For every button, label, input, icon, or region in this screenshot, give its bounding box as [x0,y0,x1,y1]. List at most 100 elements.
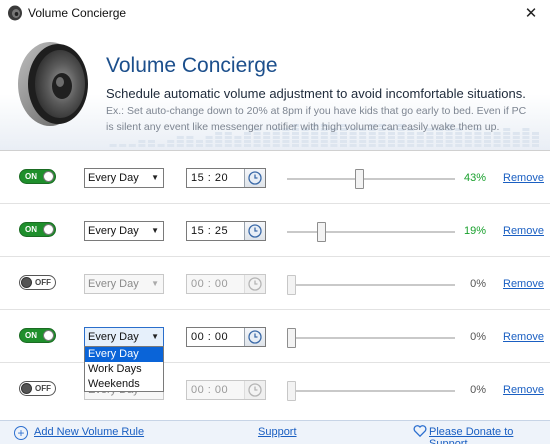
header-subtitle: Schedule automatic volume adjustment to … [106,86,526,101]
remove-link[interactable]: Remove [503,172,544,184]
equalizer-segment [176,140,184,143]
volume-percent: 43% [463,172,486,184]
equalizer-segment [292,140,299,143]
volume-slider[interactable] [287,380,455,402]
dropdown-option-every-day[interactable]: Every Day [85,347,163,362]
equalizer-segment [522,136,530,139]
rule-toggle[interactable]: OFF [19,381,56,396]
clock-icon[interactable] [244,381,265,399]
add-rule-link[interactable]: Add New Volume Rule [34,426,144,438]
slider-thumb[interactable] [287,381,296,401]
equalizer-segment [522,140,530,143]
schedule-value: Every Day [88,278,139,290]
equalizer-segment [311,144,319,147]
volume-rule-row: ON Every Day ▼ 00 : 00 0% Remove [0,309,550,362]
time-value: 15 : 25 [191,225,229,237]
equalizer-segment [388,140,395,143]
volume-rule-row: OFF Every Day▼ 00 : 00 0% Remove [0,362,550,415]
header-banner: Volume Concierge Schedule automatic volu… [0,26,550,150]
equalizer-segment [484,144,491,147]
equalizer-segment [224,144,232,147]
plus-circle-icon[interactable]: + [14,426,28,440]
schedule-dropdown-list: Every Day Work Days Weekends [84,346,164,392]
equalizer-segment [311,136,319,139]
equalizer-segment [263,136,271,139]
equalizer-segment [109,144,117,147]
time-input[interactable]: 00 : 00 [186,380,266,400]
header-title: Volume Concierge [106,54,278,77]
remove-link[interactable]: Remove [503,278,544,290]
slider-thumb[interactable] [317,222,326,242]
clock-icon[interactable] [244,222,265,240]
equalizer-segment [464,144,472,147]
rule-toggle[interactable]: ON [19,169,56,184]
volume-slider[interactable] [287,168,455,190]
time-input[interactable]: 00 : 00 [186,274,266,294]
window-title: Volume Concierge [28,6,127,20]
schedule-select[interactable]: Every Day ▼ [84,168,164,188]
time-value: 00 : 00 [191,384,229,396]
equalizer-segment [215,144,223,147]
equalizer-segment [186,136,194,139]
schedule-select[interactable]: Every Day ▼ [84,327,164,347]
equalizer-segment [196,140,203,143]
equalizer-segment [445,140,453,143]
equalizer-segment [340,144,347,147]
dropdown-arrow-icon: ▼ [151,279,159,288]
equalizer-segment [272,140,280,143]
equalizer-segment [167,144,175,147]
slider-thumb[interactable] [287,275,296,295]
equalizer-segment [224,140,232,143]
toggle-label: OFF [35,278,51,287]
schedule-select[interactable]: Every Day ▼ [84,221,164,241]
equalizer-segment [320,144,328,147]
volume-rules-list: ON Every Day ▼ 15 : 20 43% Remove ON Ever… [0,150,550,420]
toggle-knob [21,277,32,288]
equalizer-segment [474,136,482,139]
slider-track [287,178,455,180]
rule-toggle[interactable]: ON [19,328,56,343]
volume-slider[interactable] [287,274,455,296]
dropdown-option-work-days[interactable]: Work Days [85,362,163,377]
rule-toggle[interactable]: ON [19,222,56,237]
clock-icon[interactable] [244,169,265,187]
volume-rule-row: ON Every Day ▼ 15 : 25 19% Remove [0,203,550,256]
equalizer-segment [512,144,520,147]
heart-icon[interactable] [413,424,427,438]
schedule-select[interactable]: Every Day ▼ [84,274,164,294]
equalizer-segment [455,144,463,147]
remove-link[interactable]: Remove [503,384,544,396]
equalizer-segment [464,140,472,143]
volume-slider[interactable] [287,327,455,349]
time-input[interactable]: 00 : 00 [186,327,266,347]
slider-thumb[interactable] [287,328,296,348]
volume-percent: 19% [463,225,486,237]
time-input[interactable]: 15 : 25 [186,221,266,241]
equalizer-segment [378,140,386,143]
header-example: Ex.: Set auto-change down to 20% at 8pm … [106,103,536,135]
equalizer-segment [301,140,309,143]
clock-icon[interactable] [244,328,265,346]
remove-link[interactable]: Remove [503,225,544,237]
donate-link[interactable]: Please Donate to Support [429,426,550,444]
equalizer-segment [416,136,424,139]
rule-toggle[interactable]: OFF [19,275,56,290]
slider-thumb[interactable] [355,169,364,189]
time-input[interactable]: 15 : 20 [186,168,266,188]
equalizer-segment [244,140,251,143]
volume-slider[interactable] [287,221,455,243]
equalizer-segment [426,140,434,143]
dropdown-option-weekends[interactable]: Weekends [85,377,163,392]
support-link[interactable]: Support [258,426,297,438]
equalizer-segment [407,140,415,143]
toggle-knob [43,330,54,341]
dropdown-arrow-icon: ▼ [151,173,159,182]
toggle-label: ON [25,225,37,234]
time-value: 00 : 00 [191,278,229,290]
close-button[interactable]: ✕ [516,2,546,24]
clock-icon[interactable] [244,275,265,293]
equalizer-segment [388,144,395,147]
remove-link[interactable]: Remove [503,331,544,343]
volume-rule-row: ON Every Day ▼ 15 : 20 43% Remove [0,150,550,203]
equalizer-segment [234,140,242,143]
